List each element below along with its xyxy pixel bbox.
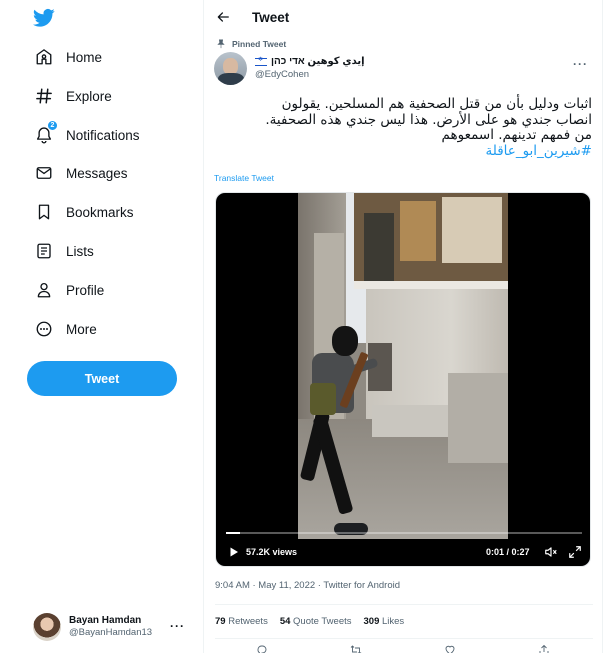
tweet-button[interactable]: Tweet (27, 361, 177, 396)
tweet-text-line: اثبات ودليل بأن من قتل الصحفية هم المسلح… (281, 96, 592, 112)
sidebar: Home Explore 2 Notifications Messages Bo… (0, 0, 203, 653)
sidebar-item-home[interactable]: Home (28, 40, 108, 74)
author-name[interactable]: إيدي كوهين אדי כהן (255, 56, 365, 67)
sidebar-item-profile[interactable]: Profile (28, 273, 110, 307)
back-arrow-icon[interactable] (214, 8, 232, 26)
sidebar-item-label: More (66, 321, 97, 337)
quote-tweets-stat[interactable]: 54 Quote Tweets (280, 616, 352, 627)
tweet-actions (215, 644, 593, 653)
sidebar-item-label: Notifications (66, 127, 140, 143)
retweets-stat[interactable]: 79 Retweets (215, 616, 268, 627)
sidebar-item-label: Profile (66, 282, 105, 298)
video-views: 57.2K views (246, 547, 298, 557)
person-icon (34, 280, 54, 300)
sidebar-item-more[interactable]: More (28, 312, 103, 346)
sidebar-item-label: Lists (66, 243, 94, 259)
translate-tweet-link[interactable]: Translate Tweet (214, 173, 274, 183)
divider (215, 638, 593, 639)
reply-icon[interactable] (255, 644, 269, 653)
sidebar-item-lists[interactable]: Lists (28, 234, 100, 268)
sidebar-item-explore[interactable]: Explore (28, 79, 118, 113)
tweet-timestamp[interactable]: 9:04 AM · May 11, 2022 · Twitter for And… (215, 580, 400, 591)
tweet-stats: 79 Retweets 54 Quote Tweets 309 Likes (215, 616, 416, 627)
sidebar-item-label: Explore (66, 88, 112, 104)
retweet-icon[interactable] (349, 644, 363, 653)
sidebar-item-notifications[interactable]: 2 Notifications (28, 118, 146, 152)
tweet-text: اثبات ودليل بأن من قتل الصحفية هم المسلح… (214, 96, 593, 159)
video-progress-bar[interactable] (226, 532, 582, 534)
fullscreen-icon[interactable] (568, 545, 582, 559)
video-time: 0:01 / 0:27 (486, 547, 530, 557)
tweet-text-line: انصاب جندي هو على الأرض. هذا ليس جندي هذ… (265, 111, 592, 128)
pinned-label: Pinned Tweet (232, 39, 287, 49)
tweet-text-line: من فمهم تدينهم. اسمعوهم (441, 127, 592, 143)
like-icon[interactable] (443, 644, 457, 653)
envelope-icon (34, 163, 54, 183)
page-title: Tweet (252, 10, 290, 25)
sidebar-item-label: Bookmarks (66, 204, 134, 220)
avatar (33, 613, 61, 641)
bookmark-icon (34, 202, 54, 222)
main-column: Tweet Pinned Tweet إيدي كوهين אדי כהן @E… (203, 0, 603, 653)
sidebar-item-label: Home (66, 49, 103, 65)
pin-icon (217, 39, 225, 49)
video-frame (298, 193, 508, 539)
video-player[interactable]: 57.2K views 0:01 / 0:27 (215, 192, 591, 567)
hashtag-link[interactable]: #شيرين_ابو_عاقلة (486, 143, 593, 159)
home-icon (34, 47, 54, 67)
more-dots-icon: ··· (170, 619, 185, 633)
sidebar-item-messages[interactable]: Messages (28, 156, 134, 190)
account-name: Bayan Hamdan (69, 615, 142, 626)
pinned-indicator: Pinned Tweet (216, 39, 286, 49)
video-progress-fill (226, 532, 241, 534)
divider (215, 604, 593, 605)
hashtag-icon (34, 86, 54, 106)
share-icon[interactable] (537, 644, 551, 653)
list-icon (34, 241, 54, 261)
author-handle[interactable]: @EdyCohen (255, 69, 309, 80)
sidebar-item-label: Messages (66, 165, 128, 181)
author-display-name: إيدي كوهين אדי כהן (271, 56, 365, 67)
israel-flag-icon (255, 56, 267, 66)
twitter-bird-icon[interactable] (33, 8, 55, 28)
play-icon[interactable] (228, 546, 240, 558)
bell-icon: 2 (34, 120, 58, 145)
notification-badge: 2 (47, 120, 58, 131)
author-avatar[interactable] (214, 52, 247, 85)
likes-stat[interactable]: 309 Likes (364, 616, 405, 627)
account-handle: @BayanHamdan13 (69, 627, 153, 638)
header: Tweet (204, 0, 602, 34)
volume-icon[interactable] (544, 545, 558, 559)
account-switcher[interactable]: Bayan Hamdan @BayanHamdan13 ··· (33, 609, 193, 645)
tweet-more-button[interactable]: ··· (573, 57, 588, 71)
more-circle-icon (34, 319, 54, 339)
sidebar-item-bookmarks[interactable]: Bookmarks (28, 195, 140, 229)
